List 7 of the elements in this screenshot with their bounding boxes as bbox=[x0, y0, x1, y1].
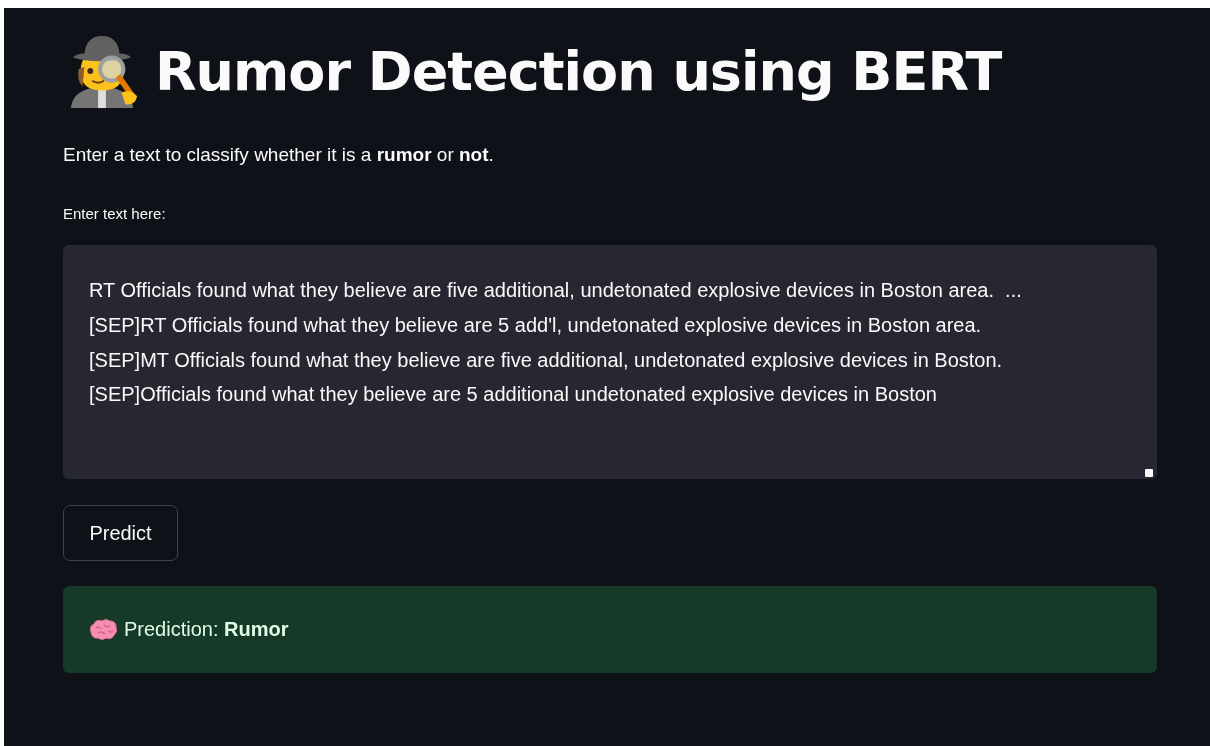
brain-icon bbox=[88, 617, 118, 642]
description-text: Enter a text to classify whether it is a rumor or not. bbox=[63, 143, 495, 167]
prediction-text: Prediction: Rumor bbox=[124, 618, 289, 641]
predict-button[interactable]: Predict bbox=[63, 505, 178, 561]
field-label: Enter text here: bbox=[63, 204, 167, 224]
page-title: Rumor Detection using BERT bbox=[155, 39, 1002, 103]
text-area-field[interactable]: RT Officials found what they believe are five additional, undetonated explosive devices in Boston area. ... [SEP]RT Officials found what they believe are 5 add'l, undetonated explosive devices in Boston area. [SEP]MT Officials found what they believe are five additional, undetonated explosive devices in Boston. [SEP]Officials found what they believe are 5 additional undetonated explosive devices in Boston bbox=[63, 245, 1157, 479]
